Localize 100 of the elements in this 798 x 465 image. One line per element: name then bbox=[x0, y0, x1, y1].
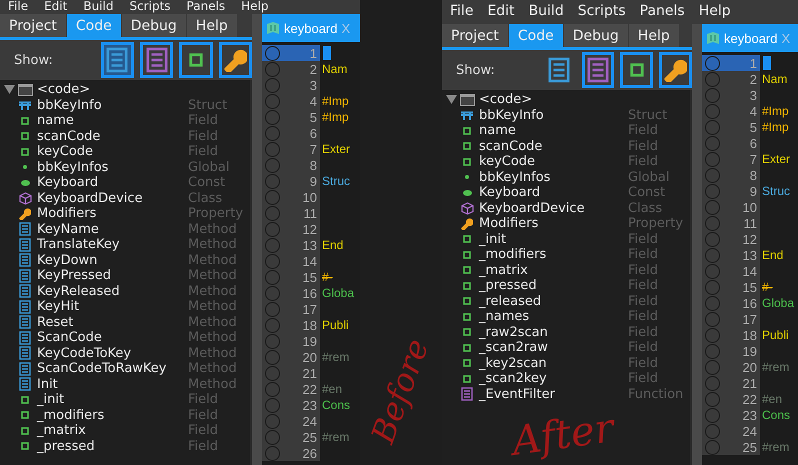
tree-item[interactable]: _init bbox=[479, 232, 628, 247]
filter-toggle[interactable] bbox=[659, 52, 692, 88]
filter-toggle[interactable] bbox=[620, 52, 654, 88]
menu-item[interactable]: Help bbox=[698, 4, 731, 20]
line-number: 15 bbox=[302, 270, 317, 284]
panel-tab[interactable]: Debug bbox=[122, 14, 186, 37]
filter-toggle[interactable] bbox=[140, 42, 174, 78]
item-type: Field bbox=[628, 340, 660, 356]
panel-tab[interactable]: Project bbox=[0, 14, 66, 37]
tree-item[interactable]: KeyboardDevice bbox=[37, 190, 188, 206]
document-icon bbox=[19, 284, 31, 298]
tree-item[interactable]: _scan2raw bbox=[479, 340, 628, 356]
tree-item[interactable]: _EventFilter bbox=[479, 386, 628, 402]
expand-arrow-icon[interactable] bbox=[446, 95, 457, 104]
menu-item[interactable]: Panels bbox=[640, 4, 685, 20]
tree-item[interactable]: _key2scan bbox=[479, 356, 628, 371]
document-icon bbox=[19, 300, 31, 314]
line-number: 2 bbox=[310, 62, 317, 76]
item-type: Method bbox=[188, 284, 238, 299]
tree-item[interactable]: KeyDown bbox=[37, 252, 188, 268]
tree-item[interactable]: _matrix bbox=[479, 262, 628, 278]
menu-item[interactable]: File bbox=[8, 0, 28, 14]
filter-toggle[interactable] bbox=[100, 42, 134, 78]
menu-item[interactable]: File bbox=[450, 4, 474, 20]
tree-item[interactable]: bbKeyInfos bbox=[37, 160, 188, 175]
square-icon bbox=[463, 266, 471, 274]
line-number: 25 bbox=[302, 430, 317, 444]
filter-toggle[interactable] bbox=[218, 42, 252, 78]
menu-item[interactable]: Edit bbox=[487, 4, 515, 20]
tree-item[interactable]: KeyReleased bbox=[37, 284, 188, 299]
square-icon bbox=[463, 297, 471, 306]
breakpoint-icon[interactable] bbox=[265, 446, 280, 460]
menu-item[interactable]: Scripts bbox=[578, 4, 626, 20]
panel-tab[interactable]: Debug bbox=[564, 24, 628, 47]
tree-item[interactable]: name bbox=[37, 113, 188, 128]
tree-item[interactable]: _matrix bbox=[37, 423, 188, 438]
tree-item[interactable]: bbKeyInfo bbox=[37, 98, 188, 113]
tree-item[interactable]: _pressed bbox=[479, 278, 628, 294]
tree-item[interactable]: scanCode bbox=[37, 128, 188, 144]
breakpoint-icon[interactable] bbox=[705, 440, 720, 454]
tree-item[interactable]: TranslateKey bbox=[37, 237, 188, 252]
menu-item[interactable]: Build bbox=[83, 0, 114, 14]
tree-item[interactable]: keyCode bbox=[479, 154, 628, 170]
square-icon bbox=[463, 235, 471, 244]
panel-tab[interactable]: Help bbox=[186, 14, 237, 37]
tree-item[interactable]: _init bbox=[37, 392, 188, 408]
tree-item[interactable]: ScanCode bbox=[37, 330, 188, 346]
tree-item[interactable]: _scan2key bbox=[479, 371, 628, 386]
filter-toggle[interactable] bbox=[179, 42, 213, 78]
tree-item[interactable]: scanCode bbox=[479, 138, 628, 154]
tree-item[interactable]: _modifiers bbox=[479, 247, 628, 262]
square-icon bbox=[21, 116, 29, 125]
tree-item[interactable]: _released bbox=[479, 294, 628, 309]
tree-item[interactable]: keyCode bbox=[37, 144, 188, 160]
item-type: Field bbox=[628, 138, 660, 154]
line-number: 19 bbox=[742, 344, 757, 358]
square-icon bbox=[463, 126, 471, 135]
item-type: Method bbox=[188, 268, 238, 284]
tree-item[interactable]: Modifiers bbox=[37, 206, 188, 222]
menu-item[interactable]: Edit bbox=[44, 0, 68, 14]
tree-item[interactable]: Keyboard bbox=[479, 185, 628, 200]
code-text: #en bbox=[322, 382, 342, 396]
tree-item[interactable]: Modifiers bbox=[479, 216, 628, 232]
tree-item[interactable]: KeyName bbox=[37, 222, 188, 237]
tree-item[interactable]: _names bbox=[479, 309, 628, 324]
tree-item[interactable]: Keyboard bbox=[37, 175, 188, 190]
item-type: Field bbox=[188, 128, 220, 144]
tree-item[interactable]: <code> bbox=[37, 82, 250, 98]
code-text: Globa bbox=[322, 286, 354, 300]
tree-item[interactable]: KeyCodeToKey bbox=[37, 346, 188, 361]
menu-item[interactable]: Scripts bbox=[129, 0, 171, 14]
item-type: Const bbox=[628, 185, 666, 200]
tree-item[interactable]: KeyboardDevice bbox=[479, 200, 628, 216]
menu-item[interactable]: Build bbox=[528, 4, 564, 20]
menu-item[interactable]: Panels bbox=[186, 0, 226, 14]
tree-item[interactable]: _pressed bbox=[37, 438, 188, 454]
tree-item[interactable]: ScanCodeToRawKey bbox=[37, 361, 188, 376]
item-type: Method bbox=[188, 314, 238, 330]
code-text: Struc bbox=[322, 174, 350, 188]
tree-item[interactable]: Init bbox=[37, 376, 188, 392]
filter-toggle[interactable] bbox=[582, 52, 614, 88]
tree-item[interactable]: bbKeyInfos bbox=[479, 170, 628, 185]
item-type: Field bbox=[628, 278, 660, 294]
tree-item[interactable]: KeyHit bbox=[37, 299, 188, 314]
tree-item[interactable]: bbKeyInfo bbox=[479, 108, 628, 123]
tree-item[interactable]: <code> bbox=[479, 92, 690, 108]
tree-item[interactable]: KeyPressed bbox=[37, 268, 188, 284]
code-text: #rem bbox=[322, 350, 350, 364]
line-number: 22 bbox=[302, 382, 317, 396]
menu-item[interactable]: Help bbox=[241, 0, 269, 14]
panel-tab[interactable]: Project bbox=[442, 24, 508, 47]
wrench-icon bbox=[461, 218, 473, 230]
tree-item[interactable]: Reset bbox=[37, 314, 188, 330]
line-number: 8 bbox=[750, 168, 757, 182]
panel-tab[interactable]: Help bbox=[628, 24, 679, 47]
expand-arrow-icon[interactable] bbox=[4, 85, 15, 94]
code-text: Publi bbox=[762, 328, 789, 342]
tree-item[interactable]: _raw2scan bbox=[479, 324, 628, 340]
tree-item[interactable]: name bbox=[479, 123, 628, 138]
tree-item[interactable]: _modifiers bbox=[37, 408, 188, 423]
